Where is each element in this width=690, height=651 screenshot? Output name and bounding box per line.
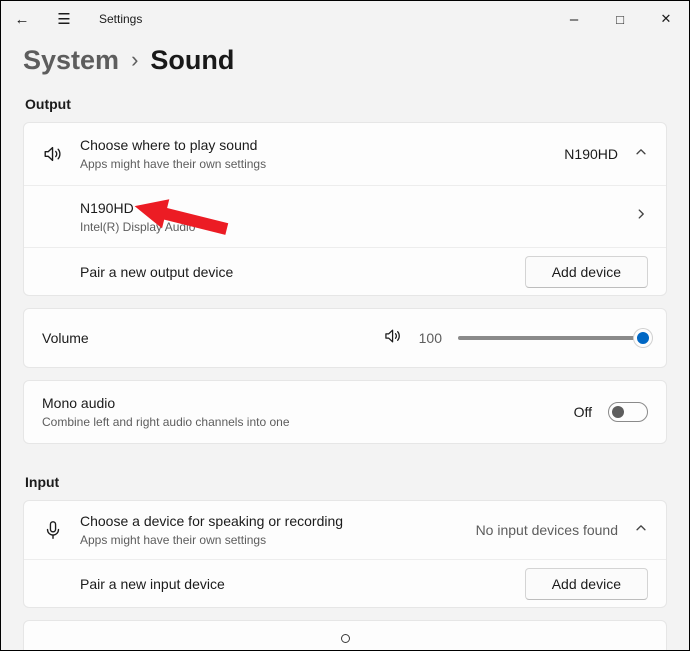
mono-audio-title: Mono audio bbox=[42, 395, 290, 411]
settings-window: ← ☰ Settings – □ ✕ System › Sound Output bbox=[0, 0, 690, 651]
input-section-header: Input bbox=[25, 474, 665, 490]
volume-value: 100 bbox=[419, 330, 442, 346]
mono-audio-card: Mono audio Combine left and right audio … bbox=[23, 380, 667, 444]
choose-output-subtitle: Apps might have their own settings bbox=[80, 157, 266, 171]
output-device-name: N190HD bbox=[80, 200, 195, 216]
add-output-device-button[interactable]: Add device bbox=[525, 256, 648, 288]
mono-audio-row: Mono audio Combine left and right audio … bbox=[24, 381, 666, 443]
output-section-header: Output bbox=[25, 96, 665, 112]
titlebar: ← ☰ Settings – □ ✕ bbox=[1, 1, 689, 37]
pair-output-label: Pair a new output device bbox=[80, 264, 233, 280]
choose-output-text: Choose where to play sound Apps might ha… bbox=[80, 137, 266, 171]
back-icon: ← bbox=[15, 11, 30, 28]
pair-input-label: Pair a new input device bbox=[80, 576, 225, 592]
maximize-button[interactable]: □ bbox=[597, 1, 643, 37]
add-input-device-button[interactable]: Add device bbox=[525, 568, 648, 600]
volume-slider-track bbox=[458, 336, 648, 340]
volume-slider[interactable] bbox=[458, 328, 648, 348]
window-title: Settings bbox=[99, 12, 142, 26]
breadcrumb-system[interactable]: System bbox=[23, 45, 119, 76]
volume-row: Volume 100 bbox=[24, 309, 666, 367]
mono-audio-text: Mono audio Combine left and right audio … bbox=[42, 395, 290, 429]
input-device-card: Choose a device for speaking or recordin… bbox=[23, 500, 667, 608]
mono-audio-toggle[interactable] bbox=[608, 402, 648, 422]
choose-input-row[interactable]: Choose a device for speaking or recordin… bbox=[24, 501, 666, 559]
choose-output-row[interactable]: Choose where to play sound Apps might ha… bbox=[24, 123, 666, 185]
maximize-icon: □ bbox=[616, 12, 624, 27]
speaker-icon bbox=[42, 143, 80, 165]
choose-output-title: Choose where to play sound bbox=[80, 137, 266, 153]
selected-output-device: N190HD bbox=[564, 146, 618, 162]
choose-input-text: Choose a device for speaking or recordin… bbox=[80, 513, 343, 547]
minimize-button[interactable]: – bbox=[551, 1, 597, 37]
input-devices-status: No input devices found bbox=[476, 522, 618, 538]
hamburger-icon: ☰ bbox=[57, 10, 70, 28]
close-icon: ✕ bbox=[661, 11, 672, 27]
menu-button[interactable]: ☰ bbox=[43, 2, 85, 36]
output-device-description: Intel(R) Display Audio bbox=[80, 220, 195, 234]
chevron-right-icon[interactable] bbox=[634, 207, 648, 226]
breadcrumb: System › Sound bbox=[23, 45, 667, 76]
output-device-row[interactable]: N190HD Intel(R) Display Audio bbox=[24, 185, 666, 247]
partial-icon bbox=[341, 634, 350, 643]
choose-input-title: Choose a device for speaking or recordin… bbox=[80, 513, 343, 529]
microphone-icon bbox=[42, 519, 80, 541]
window-controls: – □ ✕ bbox=[551, 1, 689, 37]
close-button[interactable]: ✕ bbox=[643, 1, 689, 37]
settings-content: System › Sound Output Choose where to pl… bbox=[1, 45, 689, 651]
pair-output-row: Pair a new output device Add device bbox=[24, 247, 666, 295]
output-device-card: Choose where to play sound Apps might ha… bbox=[23, 122, 667, 296]
mono-audio-subtitle: Combine left and right audio channels in… bbox=[42, 415, 290, 429]
pair-input-row: Pair a new input device Add device bbox=[24, 559, 666, 607]
volume-slider-thumb[interactable] bbox=[634, 329, 652, 347]
chevron-up-icon[interactable] bbox=[634, 521, 648, 540]
toggle-knob bbox=[612, 406, 624, 418]
volume-label: Volume bbox=[42, 330, 89, 346]
minimize-icon: – bbox=[570, 11, 578, 28]
output-device-text: N190HD Intel(R) Display Audio bbox=[80, 200, 195, 234]
partial-card bbox=[23, 620, 667, 651]
breadcrumb-separator: › bbox=[131, 47, 138, 73]
chevron-up-icon[interactable] bbox=[634, 145, 648, 164]
page-title: Sound bbox=[150, 45, 234, 76]
choose-input-subtitle: Apps might have their own settings bbox=[80, 533, 343, 547]
mono-audio-state: Off bbox=[574, 404, 592, 420]
volume-speaker-icon[interactable] bbox=[383, 326, 403, 351]
volume-card: Volume 100 bbox=[23, 308, 667, 368]
back-button[interactable]: ← bbox=[1, 2, 43, 36]
